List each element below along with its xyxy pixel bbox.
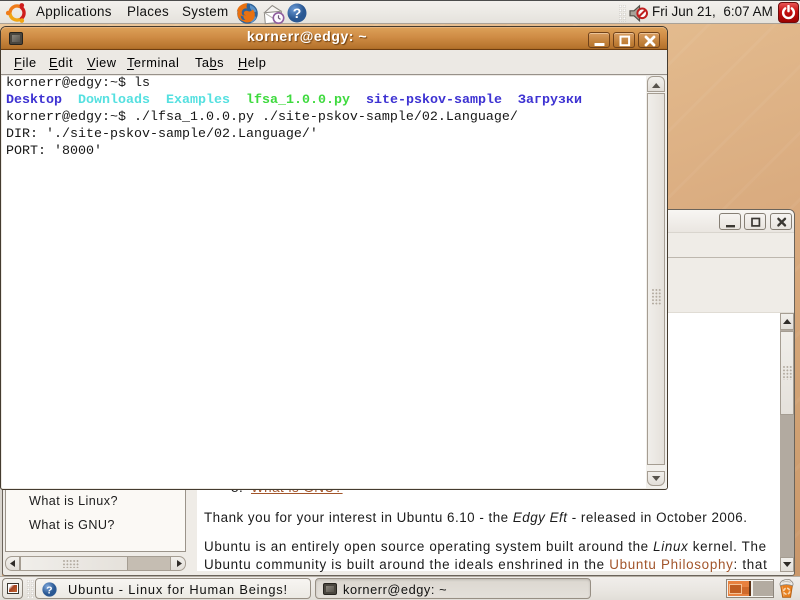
svg-text:?: ? — [293, 5, 302, 21]
svg-text:?: ? — [46, 584, 53, 596]
